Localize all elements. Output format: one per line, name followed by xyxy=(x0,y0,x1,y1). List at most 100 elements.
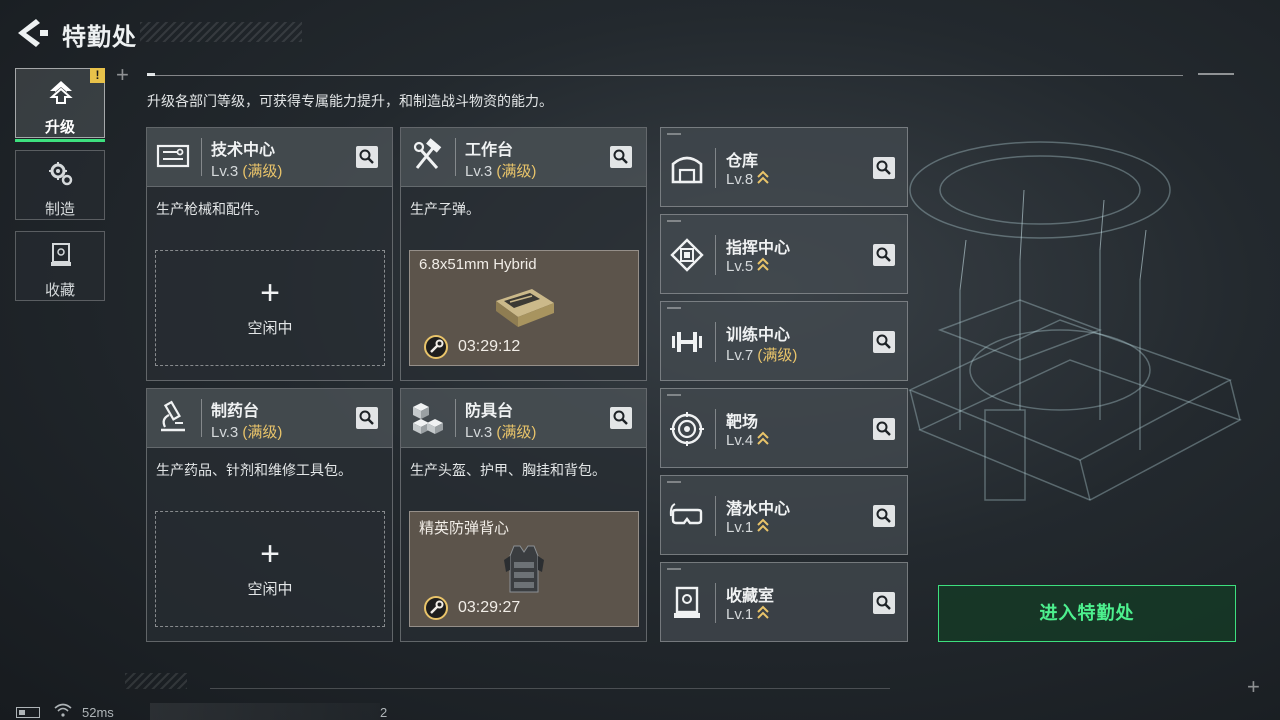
facility-level: Lv.8 xyxy=(726,170,769,188)
facility-level: Lv.1 xyxy=(726,518,769,536)
magnifier-icon xyxy=(876,160,891,175)
title-decoration xyxy=(140,22,302,42)
facility-card-pharmacy[interactable]: 制药台 Lv.3 (满级) 生产药品、针剂和维修工具包。 + 空闲中 xyxy=(146,388,393,642)
level-text: Lv.1 xyxy=(726,606,754,623)
wrench-timer-icon xyxy=(424,596,448,620)
facility-description: 生产枪械和配件。 xyxy=(156,201,268,217)
card-separator xyxy=(201,138,202,176)
plus-icon: + xyxy=(260,535,280,573)
card-separator xyxy=(455,399,456,437)
corner-crosshair: + xyxy=(1247,674,1260,699)
production-item-name: 6.8x51mm Hybrid xyxy=(419,256,537,273)
corner-crosshair: + xyxy=(116,62,129,87)
inspect-button[interactable] xyxy=(873,331,895,353)
warehouse-icon xyxy=(671,156,703,184)
magnifier-icon xyxy=(876,508,891,523)
status-bar-blur xyxy=(150,703,380,720)
back-button[interactable] xyxy=(14,16,50,50)
facility-row-diving-center[interactable]: 潜水中心 Lv.1 xyxy=(660,475,908,555)
inspect-button[interactable] xyxy=(356,407,378,429)
facility-level: Lv.7 (满级) xyxy=(726,344,797,365)
row-separator xyxy=(715,583,716,623)
facility-card-tech-center[interactable]: 技术中心 Lv.3 (满级) 生产枪械和配件。 + 空闲中 xyxy=(146,127,393,381)
card-header: 工作台 Lv.3 (满级) xyxy=(401,128,646,187)
row-tick xyxy=(667,220,681,222)
facility-level: Lv.3 (满级) xyxy=(465,421,536,442)
level-text: Lv.8 xyxy=(726,171,754,188)
production-slot[interactable]: 精英防弹背心 03:29:27 xyxy=(409,511,639,627)
idle-label: 空闲中 xyxy=(247,320,293,337)
facility-name: 训练中心 xyxy=(726,327,791,344)
inspect-button[interactable] xyxy=(873,244,895,266)
facility-row-shooting-range[interactable]: 靶场 Lv.4 xyxy=(660,388,908,468)
goggles-icon xyxy=(669,503,703,525)
production-slot[interactable]: 6.8x51mm Hybrid 03:29:12 xyxy=(409,250,639,366)
inspect-button[interactable] xyxy=(873,592,895,614)
facility-name: 潜水中心 xyxy=(726,501,791,518)
facility-row-command-center[interactable]: 指挥中心 Lv.5 xyxy=(660,214,908,294)
row-separator xyxy=(715,148,716,188)
page-indicator: 2 xyxy=(380,705,388,720)
facility-description: 生产药品、针剂和维修工具包。 xyxy=(156,462,352,478)
facility-card-armory[interactable]: 防具台 Lv.3 (满级) 生产头盔、护甲、胸挂和背包。 精英防弹背心 03:2… xyxy=(400,388,647,642)
idle-slot[interactable]: + 空闲中 xyxy=(155,511,385,627)
production-item-name: 精英防弹背心 xyxy=(419,520,510,537)
row-separator xyxy=(715,235,716,275)
battery-icon xyxy=(16,707,40,718)
facility-row-collection-room[interactable]: 收藏室 Lv.1 xyxy=(660,562,908,642)
enter-special-ops-button[interactable]: 进入特勤处 xyxy=(938,585,1236,642)
facility-level: Lv.3 (满级) xyxy=(211,160,282,181)
upgrade-chevron-icon xyxy=(757,605,769,619)
bottom-decoration xyxy=(125,673,187,689)
idle-slot[interactable]: + 空闲中 xyxy=(155,250,385,366)
magnifier-icon xyxy=(876,247,891,262)
facility-name: 靶场 xyxy=(726,414,759,431)
bottom-divider xyxy=(210,688,890,689)
facility-hologram-image xyxy=(908,141,1242,501)
target-icon xyxy=(670,412,704,446)
cubes-icon xyxy=(413,403,443,434)
divider-accent-right xyxy=(1198,73,1234,75)
level-text: Lv.4 xyxy=(726,432,754,449)
card-header: 制药台 Lv.3 (满级) xyxy=(147,389,392,448)
sidebar-item-upgrade[interactable]: 升级 ! xyxy=(15,68,105,142)
inspect-button[interactable] xyxy=(873,505,895,527)
hammer-wrench-icon xyxy=(413,138,442,169)
inspect-button[interactable] xyxy=(873,418,895,440)
magnifier-icon xyxy=(613,149,628,164)
sidebar-item-collection[interactable]: 收藏 xyxy=(15,231,105,301)
facility-card-workbench[interactable]: 工作台 Lv.3 (满级) 生产子弹。 6.8x51mm Hybrid 03:2… xyxy=(400,127,647,381)
page-subtitle: 升级各部门等级，可获得专属能力提升，和制造战斗物资的能力。 xyxy=(147,93,553,109)
level-text: Lv.3 xyxy=(465,424,493,441)
row-separator xyxy=(715,322,716,362)
facility-row-training-center[interactable]: 训练中心 Lv.7 (满级) xyxy=(660,301,908,381)
magnifier-icon xyxy=(359,410,374,425)
inspect-button[interactable] xyxy=(610,146,632,168)
sidebar-item-label: 收藏 xyxy=(44,282,75,299)
alert-badge: ! xyxy=(90,68,105,83)
sidebar-item-label: 升级 xyxy=(44,119,75,136)
max-level-tag: (满级) xyxy=(496,424,537,441)
facility-name: 防具台 xyxy=(465,403,514,420)
inspect-button[interactable] xyxy=(610,407,632,429)
max-level-tag: (满级) xyxy=(757,347,798,364)
display-case-icon xyxy=(674,586,700,618)
level-text: Lv.5 xyxy=(726,258,754,275)
dumbbell-icon xyxy=(672,332,702,352)
armor-vest-image xyxy=(504,545,544,593)
max-level-tag: (满级) xyxy=(242,424,283,441)
sidebar-item-craft[interactable]: 制造 xyxy=(15,150,105,220)
upgrade-icon xyxy=(49,81,73,104)
gears-icon xyxy=(49,162,73,186)
level-text: Lv.1 xyxy=(726,519,754,536)
back-arrow-icon xyxy=(18,19,48,47)
card-separator xyxy=(455,138,456,176)
inspect-button[interactable] xyxy=(873,157,895,179)
inspect-button[interactable] xyxy=(356,146,378,168)
upgrade-chevron-icon xyxy=(757,431,769,445)
upgrade-chevron-icon xyxy=(757,257,769,271)
level-text: Lv.3 xyxy=(211,163,239,180)
facility-name: 工作台 xyxy=(465,142,514,159)
magnifier-icon xyxy=(876,595,891,610)
facility-row-warehouse[interactable]: 仓库 Lv.8 xyxy=(660,127,908,207)
